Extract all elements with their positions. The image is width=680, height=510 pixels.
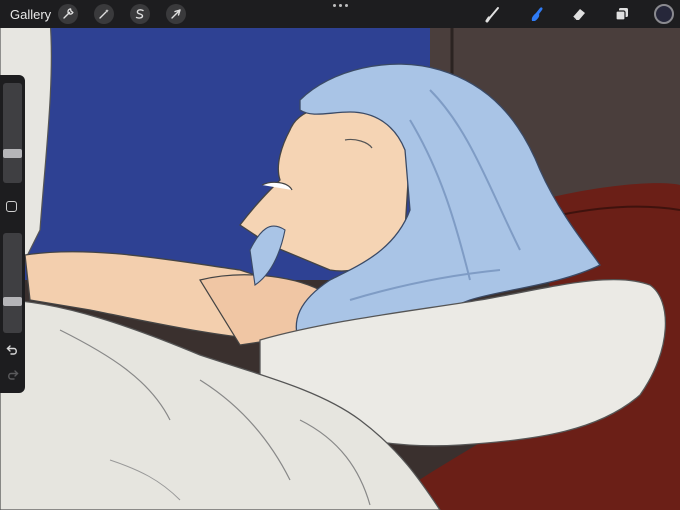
eraser-icon [572,9,585,21]
more-options-button[interactable] [330,4,350,12]
brush-icon [485,7,499,23]
dot-icon [338,4,342,7]
gallery-button[interactable]: Gallery [10,7,51,22]
smudge-tool-button[interactable] [526,4,548,24]
opacity-slider[interactable] [3,233,22,333]
selection-s-icon [135,9,144,19]
transform-button[interactable] [166,4,186,24]
smudge-finger-icon [531,7,543,21]
arrow-cursor-icon [171,9,181,19]
redo-icon [8,370,19,380]
redo-button[interactable] [4,368,21,382]
eraser-tool-button[interactable] [568,4,590,24]
layers-icon [615,8,628,21]
layers-button[interactable] [611,4,633,24]
left-sidebar [0,75,25,393]
brush-size-slider[interactable] [3,83,22,183]
wrench-icon [63,8,74,19]
modify-button[interactable] [6,201,17,212]
drawing-canvas[interactable] [0,0,680,510]
opacity-handle[interactable] [3,297,22,306]
dot-icon [344,4,348,7]
actions-button[interactable] [58,4,78,24]
adjustments-button[interactable] [94,4,114,24]
selection-button[interactable] [130,4,150,24]
undo-icon [6,345,17,355]
brush-size-handle[interactable] [3,149,22,158]
dot-icon [332,4,336,7]
top-toolbar: Gallery [0,0,680,28]
undo-button[interactable] [4,343,21,357]
brush-tool-button[interactable] [483,4,505,24]
color-picker-button[interactable] [654,4,674,24]
magic-wand-icon [99,9,109,19]
